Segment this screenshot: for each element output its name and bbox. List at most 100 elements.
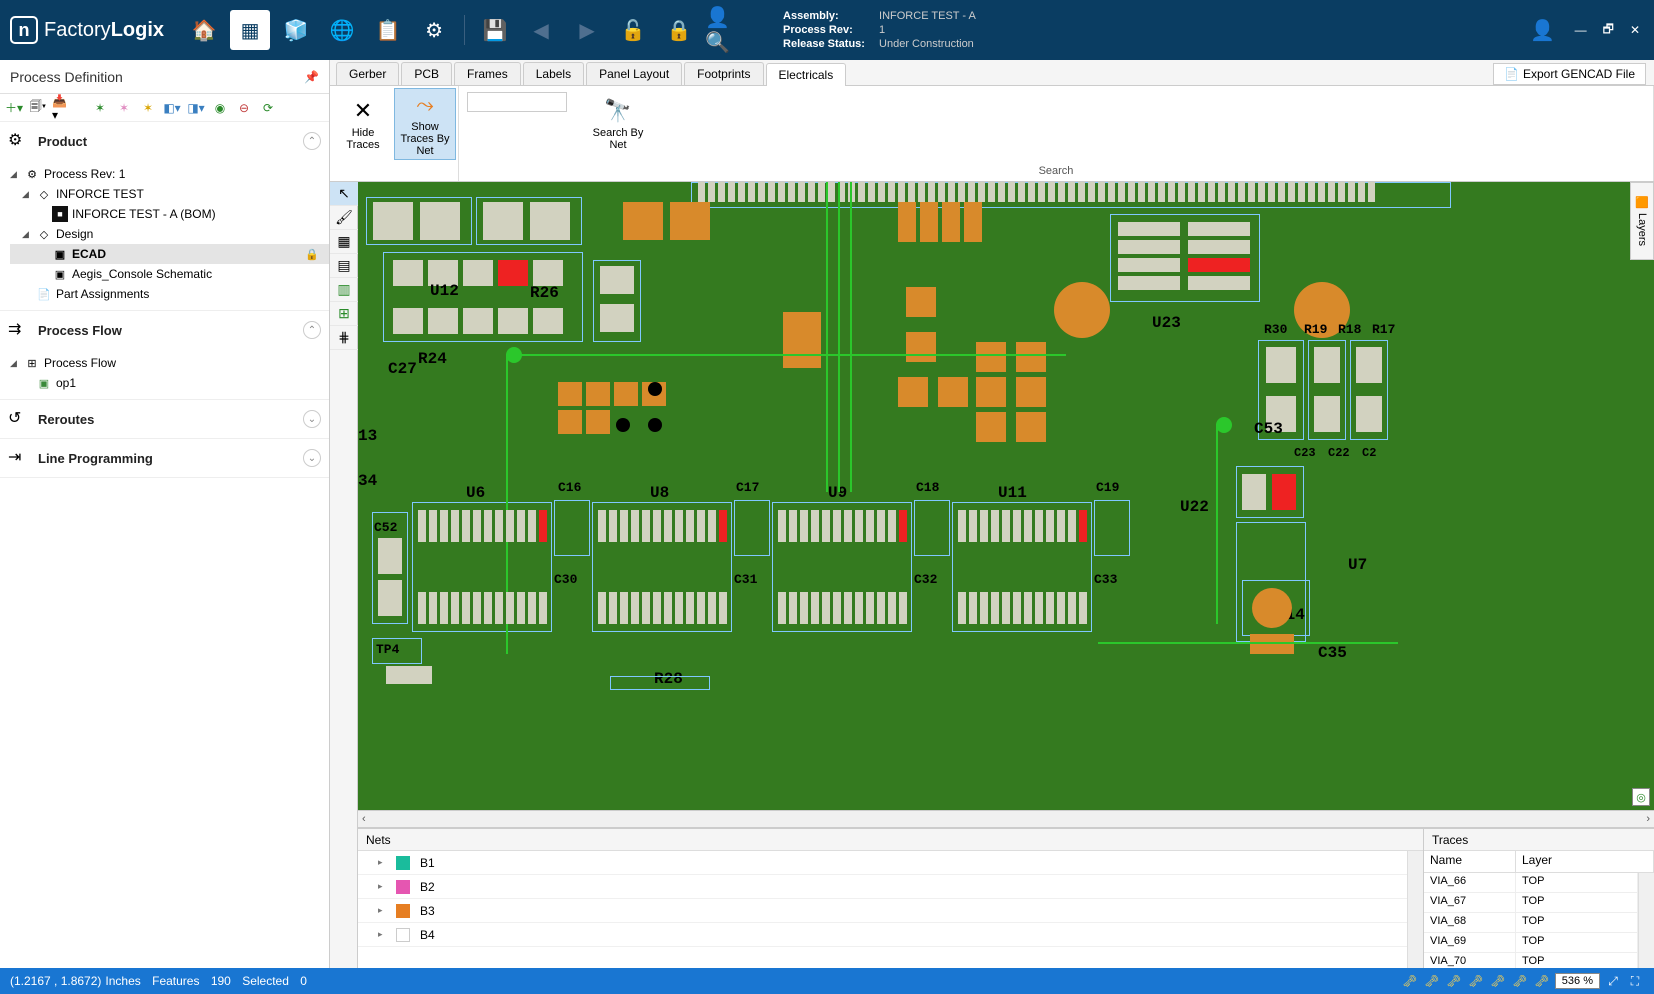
lock-icon[interactable]: 🔒 (659, 10, 699, 50)
section-product-head[interactable]: ⚙ Product ⌃ (0, 122, 329, 160)
zoom-full-icon[interactable]: ⛶ (1626, 972, 1644, 990)
copy-icon[interactable]: 🗐▾ (28, 98, 48, 118)
circle-green-icon[interactable]: ◉ (210, 98, 230, 118)
sb-key3-icon[interactable]: 🗝 (1445, 972, 1463, 990)
section-flow: ⇉ Process Flow ⌃ ◢⊞Process Flow ▣op1 (0, 311, 329, 400)
sb-key1-icon[interactable]: 🗝 (1401, 972, 1419, 990)
section-line-head[interactable]: ⇥ Line Programming ⌄ (0, 439, 329, 477)
section-flow-head[interactable]: ⇉ Process Flow ⌃ (0, 311, 329, 349)
sb-key6-icon[interactable]: 🗝 (1511, 972, 1529, 990)
zoom-value[interactable]: 536 % (1555, 973, 1600, 989)
net-swatch (396, 904, 410, 918)
vt-grid3-icon[interactable]: ▥ (330, 278, 358, 302)
unlock-icon[interactable]: 🔓 (613, 10, 653, 50)
user-search-icon[interactable]: 👤🔍 (705, 10, 745, 50)
grid-icon[interactable]: ▦ (230, 10, 270, 50)
search-by-net-button[interactable]: 🔭 Search By Net (587, 88, 649, 160)
sb-key2-icon[interactable]: 🗝 (1423, 972, 1441, 990)
pcb-viewport[interactable]: 🟧 Layers (358, 182, 1654, 810)
net-row[interactable]: ▸B1 (358, 851, 1407, 875)
net-row[interactable]: ▸B3 (358, 899, 1407, 923)
tree-row-rev[interactable]: ◢⚙Process Rev: 1 (10, 164, 329, 184)
save-icon[interactable]: 💾 (475, 10, 515, 50)
user-avatar-icon[interactable]: 👤 (1523, 10, 1563, 50)
gear-icon[interactable]: ⚙ (414, 10, 454, 50)
vt-grid5-icon[interactable]: ⋕ (330, 326, 358, 350)
collapse-icon[interactable]: ⌃ (303, 132, 321, 150)
expand-icon[interactable]: ⌄ (303, 449, 321, 467)
net-row[interactable]: ▸B4 (358, 923, 1407, 947)
locate-target-button[interactable]: ◎ (1632, 788, 1650, 806)
layer-blue2-icon[interactable]: ◨▾ (186, 98, 206, 118)
tab-gerber[interactable]: Gerber (336, 62, 399, 85)
tab-footprints[interactable]: Footprints (684, 62, 763, 85)
trace-row[interactable]: VIA_66TOP (1424, 873, 1638, 893)
traces-scrollbar[interactable] (1638, 873, 1654, 968)
vt-grid2-icon[interactable]: ▤ (330, 254, 358, 278)
viewport-hscroll[interactable]: ‹› (358, 810, 1654, 828)
expand-icon[interactable]: ⌄ (303, 410, 321, 428)
sb-key5-icon[interactable]: 🗝 (1489, 972, 1507, 990)
hide-traces-button[interactable]: ✕ Hide Traces (332, 88, 394, 160)
tree-row-bom[interactable]: ■INFORCE TEST - A (BOM) (10, 204, 329, 224)
tab-electricals[interactable]: Electricals (766, 63, 847, 86)
tab-labels[interactable]: Labels (523, 62, 584, 85)
section-reroutes-head[interactable]: ↺ Reroutes ⌄ (0, 400, 329, 438)
tree-row-schematic[interactable]: ▣Aegis_Console Schematic (10, 264, 329, 284)
tree-row-asm[interactable]: ◢◇INFORCE TEST (10, 184, 329, 204)
parts-icon: 📄 (36, 286, 52, 302)
layer-blue-icon[interactable]: ◧▾ (162, 98, 182, 118)
collapse-icon[interactable]: ⌃ (303, 321, 321, 339)
vt-select-icon[interactable]: ↖ (330, 182, 358, 206)
trace-row[interactable]: VIA_70TOP (1424, 953, 1638, 968)
trace-row[interactable]: VIA_67TOP (1424, 893, 1638, 913)
ref-c27: C27 (388, 360, 417, 378)
tab-frames[interactable]: Frames (454, 62, 521, 85)
show-traces-button[interactable]: ⤳ Show Traces By Net (394, 88, 456, 160)
trace-row[interactable]: VIA_69TOP (1424, 933, 1638, 953)
add-icon[interactable]: ＋▾ (4, 98, 24, 118)
circle-red-icon[interactable]: ⊖ (234, 98, 254, 118)
trace-row[interactable]: VIA_68TOP (1424, 913, 1638, 933)
import-icon[interactable]: 📥▾ (52, 98, 72, 118)
star-yellow-icon[interactable]: ✶ (138, 98, 158, 118)
pin-icon[interactable]: 📌 (304, 70, 319, 84)
tree-row-flow[interactable]: ◢⊞Process Flow (10, 353, 329, 373)
tab-pcb[interactable]: PCB (401, 62, 452, 85)
export-gencad-button[interactable]: 📄 Export GENCAD File (1493, 63, 1646, 85)
refresh-icon[interactable]: ⟳ (258, 98, 278, 118)
clipboard-icon[interactable]: 📋 (368, 10, 408, 50)
vt-brush-icon[interactable]: 🖌 (330, 206, 358, 230)
star-pink-icon[interactable]: ✶ (114, 98, 134, 118)
vt-grid4-icon[interactable]: ⊞ (330, 302, 358, 326)
window-restore[interactable]: 🗗 (1599, 16, 1618, 45)
traces-col-name[interactable]: Name (1424, 851, 1516, 872)
zoom-fit-icon[interactable]: ⤢ (1604, 972, 1622, 990)
forward-icon[interactable]: ▶ (567, 10, 607, 50)
design-icon: ◇ (36, 226, 52, 242)
sb-key7-icon[interactable]: 🗝 (1533, 972, 1551, 990)
package-icon[interactable]: 🧊 (276, 10, 316, 50)
status-features-value: 190 (211, 974, 231, 988)
lock-small-icon: 🔒 (305, 248, 319, 261)
home-icon[interactable]: 🏠 (184, 10, 224, 50)
tree-row-design[interactable]: ◢◇Design (10, 224, 329, 244)
window-close[interactable]: ✕ (1626, 19, 1644, 41)
tree-row-op1[interactable]: ▣op1 (10, 373, 329, 393)
vt-grid1-icon[interactable]: ▦ (330, 230, 358, 254)
sb-key4-icon[interactable]: 🗝 (1467, 972, 1485, 990)
window-minimize[interactable]: — (1571, 19, 1591, 41)
ref-c32: C32 (914, 572, 937, 587)
tree-row-ecad[interactable]: ▣ECAD🔒 (10, 244, 329, 264)
titlebar-icons: 🏠 ▦ 🧊 🌐 📋 ⚙ 💾 ◀ ▶ 🔓 🔒 👤🔍 (184, 10, 745, 50)
tab-panel-layout[interactable]: Panel Layout (586, 62, 682, 85)
back-icon[interactable]: ◀ (521, 10, 561, 50)
flowroot-icon: ⊞ (24, 355, 40, 371)
search-input[interactable] (467, 92, 567, 112)
globe-icon[interactable]: 🌐 (322, 10, 362, 50)
tree-row-parts[interactable]: 📄Part Assignments (10, 284, 329, 304)
star-green-icon[interactable]: ✶ (90, 98, 110, 118)
traces-col-layer[interactable]: Layer (1516, 851, 1654, 872)
net-row[interactable]: ▸B2 (358, 875, 1407, 899)
nets-scrollbar[interactable] (1407, 851, 1423, 968)
